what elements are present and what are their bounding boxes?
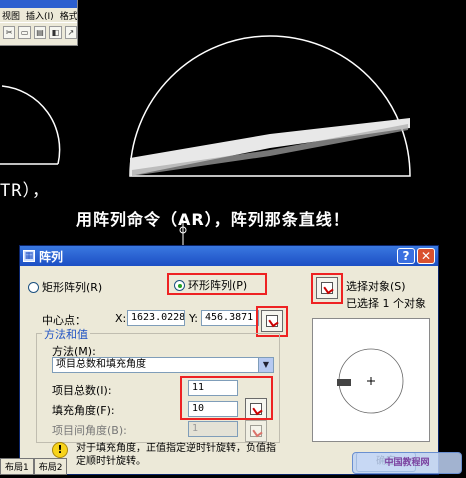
array-preview bbox=[312, 318, 430, 442]
app-titlebar bbox=[0, 0, 77, 8]
chevron-down-icon[interactable]: ▼ bbox=[258, 358, 273, 372]
match-icon[interactable]: ◧ bbox=[49, 26, 62, 39]
item-angle-label: 项目间角度(B): bbox=[52, 424, 127, 437]
site-watermark: 中国教程网 www.jcwcn.com bbox=[352, 452, 462, 474]
center-y-input[interactable]: 456.3871 bbox=[201, 310, 259, 326]
menu-item-format[interactable]: 格式 bbox=[60, 9, 77, 22]
rect-array-radio[interactable] bbox=[28, 281, 39, 293]
preview-graphic bbox=[337, 348, 404, 414]
instruction-caption: 用阵列命令（AR），阵列那条直线！ bbox=[76, 210, 350, 229]
pick-item-angle-button bbox=[245, 420, 267, 442]
left-arc bbox=[1, 85, 61, 165]
angle-note: 对于填充角度，正值指定逆时针旋转，负值指定顺时针旋转。 bbox=[76, 443, 276, 467]
array-dialog-icon: ▦ bbox=[23, 250, 35, 262]
x-label: X: bbox=[115, 312, 127, 325]
dialog-title: 阵列 bbox=[39, 249, 64, 264]
item-angle-input: 1 bbox=[188, 421, 238, 437]
command-text-fragment: TR）， bbox=[0, 181, 50, 201]
dialog-titlebar[interactable]: ▦ 阵列 bbox=[20, 246, 438, 266]
highlight-count-angle bbox=[180, 376, 273, 420]
rect-array-option[interactable]: 矩形阵列(R) bbox=[28, 279, 102, 295]
method-value: 项目总数和填充角度 bbox=[56, 359, 146, 370]
total-items-label: 项目总数(I): bbox=[52, 384, 112, 397]
menu-item-insert[interactable]: 插入(I) bbox=[26, 9, 54, 22]
highlight-polar-array bbox=[167, 273, 267, 295]
array-dialog: ▦ 阵列 ? ✕ 矩形阵列(R) 环形阵列(P) 选择对象(S) 已选择 1 个… bbox=[19, 245, 439, 475]
method-values-title: 方法和值 bbox=[42, 326, 90, 342]
info-icon: ! bbox=[52, 442, 68, 458]
cut-icon[interactable]: ✂ bbox=[3, 26, 16, 39]
selected-status: 已选择 1 个对象 bbox=[346, 297, 426, 310]
layout-tabs: 布局1 布局2 bbox=[0, 458, 68, 475]
fill-angle-label: 填充角度(F): bbox=[52, 404, 115, 417]
arrayed-lines-shadow bbox=[132, 124, 408, 176]
select-objects-label[interactable]: 选择对象(S) bbox=[346, 278, 406, 294]
app-window-fragment: 视图 插入(I) 格式 ✂ ▭ ▤ ◧ ↗ bbox=[0, 0, 78, 46]
pick-item-angle-icon bbox=[250, 425, 262, 437]
standard-toolbar: ✂ ▭ ▤ ◧ ↗ bbox=[0, 22, 78, 42]
rect-array-label: 矩形阵列(R) bbox=[42, 281, 103, 294]
preview-arrayed-item bbox=[337, 379, 351, 386]
copy-icon[interactable]: ▭ bbox=[18, 26, 31, 39]
method-select[interactable]: 项目总数和填充角度 ▼ bbox=[52, 357, 274, 373]
y-label: Y: bbox=[189, 312, 198, 325]
highlight-select-objects bbox=[311, 273, 343, 304]
help-button[interactable]: ? bbox=[397, 248, 415, 264]
pan-icon[interactable]: ↗ bbox=[64, 26, 78, 39]
menu-item-view[interactable]: 视图 bbox=[2, 9, 20, 22]
center-x-input[interactable]: 1623.0228 bbox=[127, 310, 185, 326]
tab-layout2[interactable]: 布局2 bbox=[33, 458, 68, 475]
menu-bar: 视图 插入(I) 格式 bbox=[0, 8, 77, 22]
tab-layout1[interactable]: 布局1 bbox=[0, 458, 34, 475]
close-button[interactable]: ✕ bbox=[417, 248, 435, 264]
paste-icon[interactable]: ▤ bbox=[33, 26, 47, 39]
